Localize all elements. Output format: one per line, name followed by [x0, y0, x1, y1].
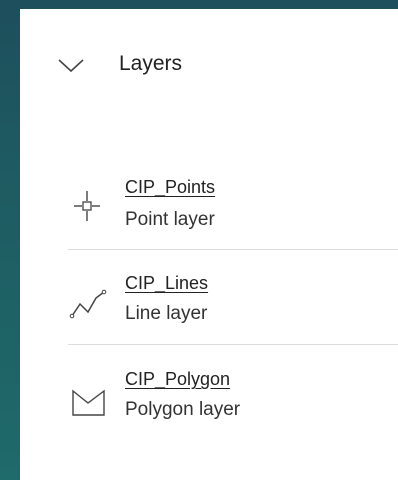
layer-name-link[interactable]: CIP_Lines [125, 273, 208, 294]
layer-list: CIP_Points Point layer CIP_Lines Line la… [68, 171, 398, 439]
layer-item-polygon[interactable]: CIP_Polygon Polygon layer [68, 345, 398, 439]
layers-section-header[interactable]: Layers [20, 9, 398, 119]
point-layer-icon [74, 191, 100, 221]
layer-name-link[interactable]: CIP_Points [125, 177, 215, 198]
layer-item-points[interactable]: CIP_Points Point layer [68, 171, 398, 250]
layers-section-title: Layers [119, 52, 183, 75]
polygon-layer-icon [72, 389, 105, 416]
layer-type-label: Line layer [125, 303, 208, 324]
layer-item-lines[interactable]: CIP_Lines Line layer [68, 250, 398, 345]
layer-name-link[interactable]: CIP_Polygon [125, 369, 230, 390]
layer-type-label: Polygon layer [125, 399, 241, 420]
line-layer-icon [69, 289, 107, 319]
layer-type-label: Point layer [125, 209, 215, 230]
chevron-down-icon[interactable] [57, 55, 85, 75]
layer-list-panel: Layers CIP_Points Point layer CIP_Lines … [20, 9, 398, 480]
